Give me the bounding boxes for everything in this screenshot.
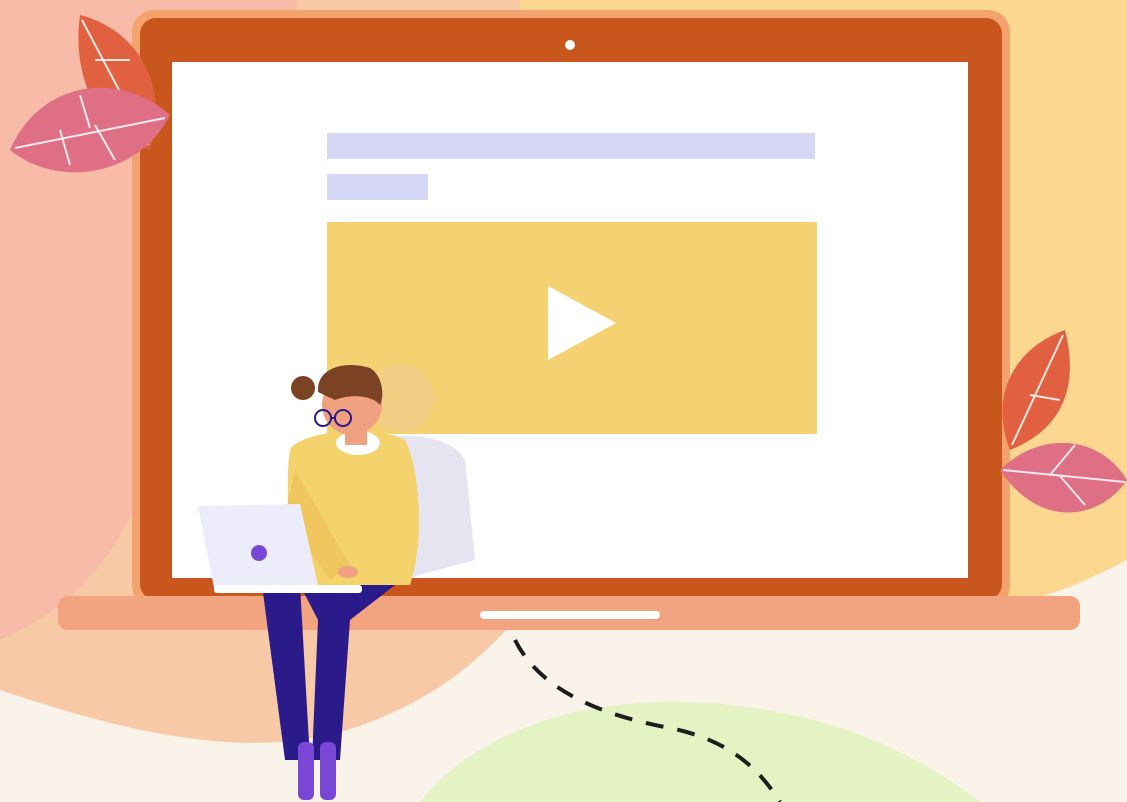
subtitle-placeholder [327, 174, 428, 200]
illustration [0, 0, 1127, 802]
left-sock [298, 742, 314, 800]
right-sock [320, 742, 336, 800]
title-placeholder [327, 133, 815, 159]
trackpad-notch [480, 611, 660, 619]
logo-dot-icon [251, 545, 267, 561]
camera-icon [565, 40, 575, 50]
